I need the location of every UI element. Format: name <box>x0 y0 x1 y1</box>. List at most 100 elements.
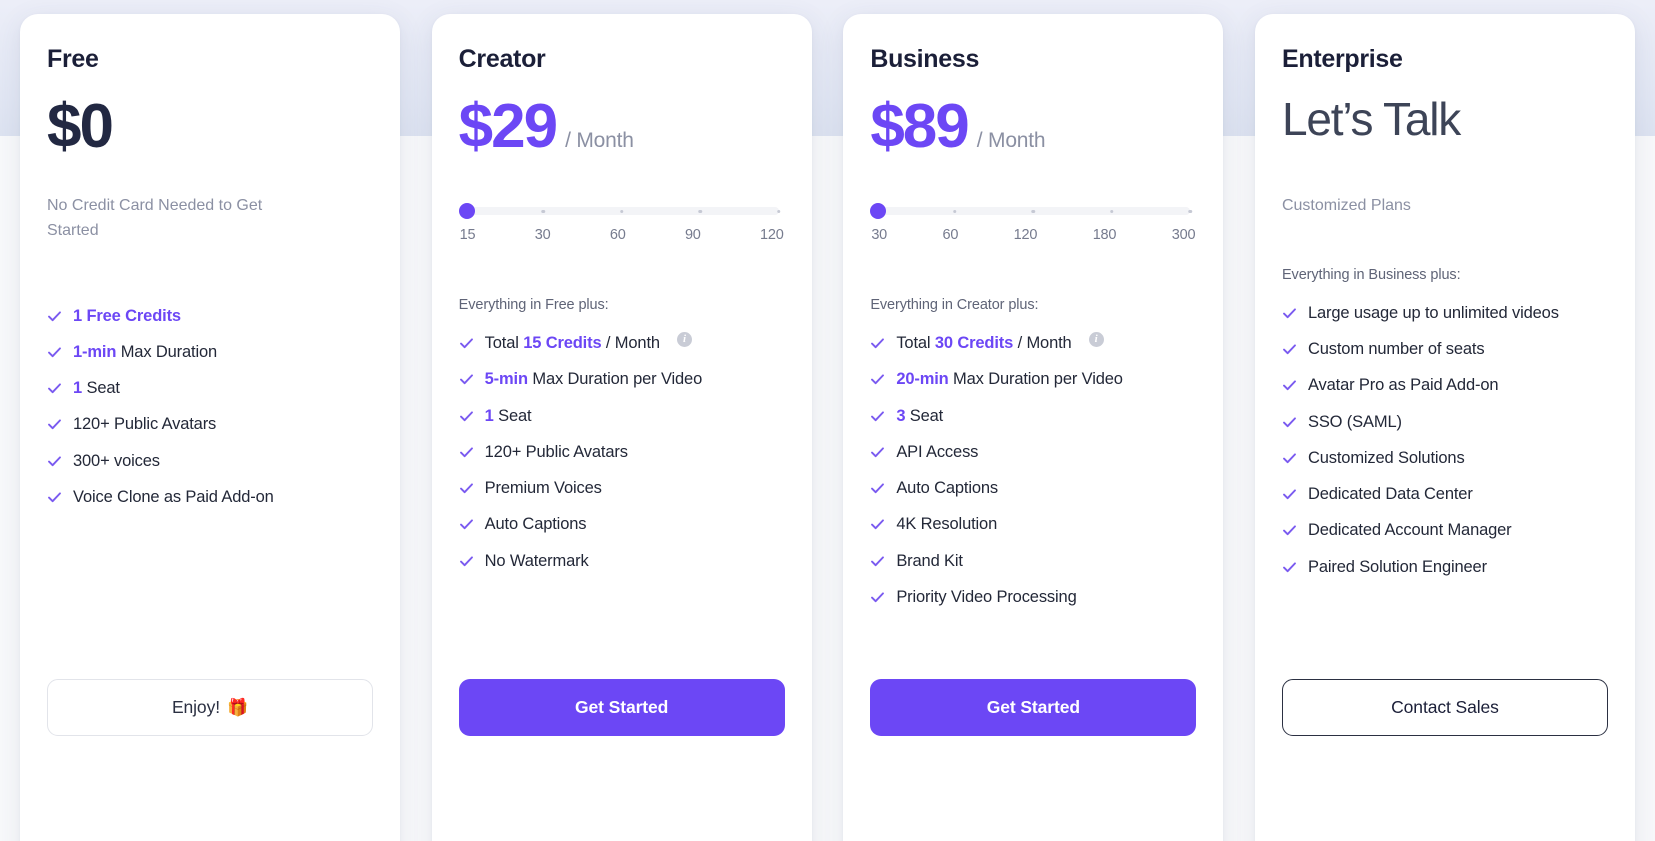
feature-highlight: 20-min <box>896 370 949 389</box>
check-icon <box>1282 342 1297 357</box>
slider-tick-labels: 30 60 120 180 300 <box>870 227 1196 243</box>
feature-item: Auto Captions <box>459 506 785 542</box>
check-icon <box>870 409 885 424</box>
feature-label: 20-min Max Duration per Video <box>896 370 1123 389</box>
feature-label: 4K Resolution <box>896 515 998 534</box>
feature-label: Total 15 Credits / Month <box>484 334 660 352</box>
feature-highlight: 30 Credits <box>934 334 1014 352</box>
gift-icon: 🎁 <box>226 697 249 717</box>
slider-tick-label: 60 <box>609 227 626 243</box>
check-icon <box>870 481 885 496</box>
feature-label: Paired Solution Engineer <box>1307 557 1487 576</box>
price-amount: $0 <box>47 92 114 161</box>
feature-label: Customized Solutions <box>1307 448 1465 467</box>
check-icon <box>1282 306 1297 321</box>
info-icon[interactable]: i <box>676 332 692 347</box>
feature-label: SSO (SAML) <box>1307 412 1402 431</box>
feature-item: Avatar Pro as Paid Add-on <box>1282 367 1608 403</box>
check-icon <box>459 409 474 424</box>
plan-name: Business <box>870 45 980 73</box>
feature-label: 1-min Max Duration <box>73 342 218 361</box>
check-icon <box>47 417 62 432</box>
feature-highlight: 3 <box>896 406 906 425</box>
plan-subtitle: Customized Plans <box>1281 197 1411 214</box>
feature-label: 5-min Max Duration per Video <box>484 370 703 389</box>
feature-label: Avatar Pro as Paid Add-on <box>1307 376 1499 395</box>
feature-item: 20-min Max Duration per Video <box>870 361 1196 397</box>
slider-tick-label: 300 <box>1171 227 1196 243</box>
feature-item: Voice Clone as Paid Add-on <box>47 479 373 515</box>
feature-label: 1 Seat <box>484 406 532 425</box>
feature-item: Premium Voices <box>459 470 785 506</box>
info-icon[interactable]: i <box>1088 332 1104 347</box>
pricing-card-enterprise: Enterprise Let’s Talk Customized Plans Ever… <box>1254 14 1635 841</box>
check-icon <box>459 554 474 569</box>
slider-track[interactable] <box>458 203 781 219</box>
slider-thumb[interactable] <box>870 203 887 219</box>
feature-item: Brand Kit <box>870 543 1196 579</box>
check-icon <box>47 490 62 505</box>
feature-item: 120+ Public Avatars <box>47 406 373 442</box>
feature-label: Premium Voices <box>484 479 602 498</box>
slider-track[interactable] <box>870 203 1193 219</box>
feature-item: 1 Free Credits <box>47 298 373 334</box>
feature-label: 1 Free Credits <box>73 306 181 325</box>
feature-label: 120+ Public Avatars <box>484 442 628 461</box>
feature-label: Custom number of seats <box>1307 340 1485 359</box>
check-icon <box>870 590 885 605</box>
slider-tick-label: 90 <box>684 227 701 243</box>
cta-container: Contact Sales <box>1281 679 1608 736</box>
slider-tick-label: 30 <box>871 227 888 243</box>
check-icon <box>1282 560 1297 575</box>
price-row: $89/ Month <box>870 96 1196 170</box>
slider-tick-dot <box>953 209 957 213</box>
feature-item: 1-min Max Duration <box>47 334 373 370</box>
price-period: / Month <box>565 129 634 152</box>
feature-label: Total 30 Credits / Month <box>896 334 1072 352</box>
feature-item: Total 15 Credits / Month i <box>459 325 785 361</box>
feature-highlight: 15 Credits <box>523 334 602 352</box>
features-spacer <box>47 244 373 298</box>
cta-button-business[interactable]: Get Started <box>870 679 1197 736</box>
pricing-card-free: Free $0 No Credit Card Needed to Get Start… <box>20 14 400 841</box>
check-icon <box>459 481 474 496</box>
cta-button-enterprise[interactable]: Contact Sales <box>1281 679 1608 736</box>
feature-label: Auto Captions <box>896 479 999 498</box>
price-period: / Month <box>976 129 1046 152</box>
credits-slider[interactable]: 30 60 120 180 300 <box>870 203 1196 263</box>
feature-item: 1 Seat <box>47 370 373 406</box>
feature-label: Auto Captions <box>484 515 587 534</box>
check-icon <box>1282 451 1297 466</box>
slider-tick-label: 60 <box>942 227 959 243</box>
feature-item: No Watermark <box>459 543 785 579</box>
feature-item: Dedicated Data Center <box>1282 476 1608 512</box>
feature-label: 1 Seat <box>73 379 120 398</box>
feature-label: 120+ Public Avatars <box>73 415 217 434</box>
check-icon <box>1282 415 1297 430</box>
check-icon <box>47 454 62 469</box>
plan-name: Free <box>47 45 99 73</box>
check-icon <box>459 517 474 532</box>
credits-slider[interactable]: 15 30 60 90 120 <box>458 203 785 263</box>
feature-item: Paired Solution Engineer <box>1282 549 1608 585</box>
feature-item: Large usage up to unlimited videos <box>1282 295 1608 331</box>
feature-item: 120+ Public Avatars <box>459 434 785 470</box>
feature-item: API Access <box>870 434 1196 470</box>
features-list: Total 15 Credits / Month i 5-min Max Durat… <box>459 325 785 579</box>
feature-highlight: 1 <box>484 406 494 425</box>
features-intro: Everything in Creator plus: <box>870 297 1039 313</box>
cta-label: Contact Sales <box>1391 697 1499 717</box>
cta-container: Get Started <box>458 679 785 736</box>
features-intro: Everything in Business plus: <box>1281 266 1461 283</box>
cta-button-creator[interactable]: Get Started <box>458 679 785 736</box>
price-amount: $29 <box>458 92 558 161</box>
feature-item: Customized Solutions <box>1282 440 1608 476</box>
pricing-card-grid: Free $0 No Credit Card Needed to Get Start… <box>0 0 1655 841</box>
check-icon <box>870 554 885 569</box>
slider-thumb[interactable] <box>458 203 475 219</box>
cta-button-free[interactable]: Enjoy! 🎁 <box>47 679 373 736</box>
plan-name: Creator <box>458 45 546 73</box>
feature-item: 1 Seat <box>459 398 785 434</box>
feature-item: 5-min Max Duration per Video <box>459 361 785 397</box>
slider-tick-label: 15 <box>459 227 476 243</box>
